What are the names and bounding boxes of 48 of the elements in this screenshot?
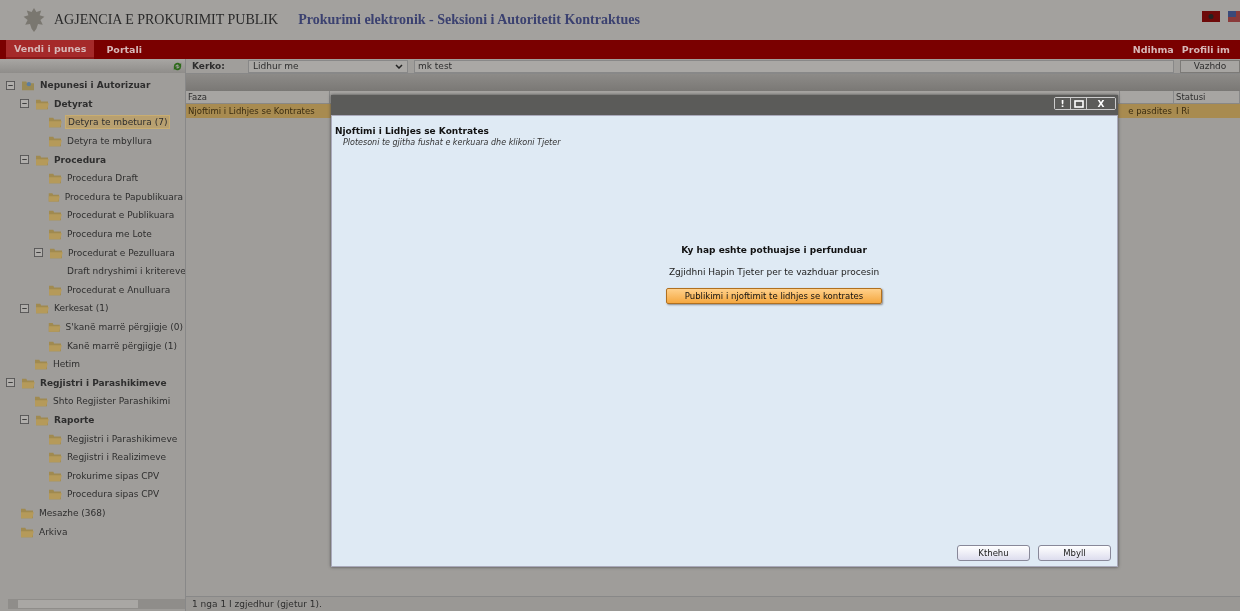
tree-item[interactable]: Detyrat — [52, 97, 95, 110]
tree-item[interactable]: Detyra te mbyllura — [65, 135, 155, 148]
tree-item[interactable]: Procedura me Lote — [65, 228, 154, 241]
agency-name: AGJENCIA E PROKURIMIT PUBLIK — [54, 12, 279, 28]
dialog-heading: Njoftimi i Lidhjes se Kontrates — [335, 126, 490, 136]
tree-item[interactable]: Kanë marrë përgjigje (1) — [65, 339, 179, 352]
step-heading: Ky hap eshte pothuajse i perfunduar — [681, 245, 867, 255]
step-message: Zgjidhni Hapin Tjeter per te vazhduar procesin — [668, 267, 880, 277]
tree-item[interactable]: S'kanë marrë përgjigje (0) — [63, 321, 185, 333]
tree-item[interactable]: Draft ndryshimi i kritereve — [65, 265, 185, 278]
system-title: Prokurimi elektronik - Seksioni i Autoritetit Kontraktues — [298, 12, 640, 28]
publish-button[interactable]: Publikimi i njoftimit te lidhjes se kontrates — [665, 288, 883, 304]
tree-item[interactable]: Procedurat e Anulluara — [65, 283, 173, 296]
tree-item[interactable]: Procedurat e Pezulluara — [66, 246, 177, 259]
tree-item[interactable]: Nepunesi i Autorizuar — [38, 79, 153, 92]
tree-item[interactable]: Prokurime sipas CPV — [65, 469, 162, 482]
column-header: Faza — [186, 91, 330, 104]
tree-item[interactable]: Raporte — [52, 414, 97, 426]
search-field[interactable]: mk test — [414, 59, 1174, 73]
status-bar: 1 nga 1 I zgjedhur (gjetur 1). — [186, 596, 1240, 611]
tree-item[interactable]: Procedura sipas CPV — [65, 488, 162, 501]
tree-item[interactable]: Procedurat e Publikuara — [65, 209, 177, 222]
tree-item[interactable]: Procedura Draft — [65, 172, 140, 185]
instruction-text: Plotesoni te gjitha fushat e kerkuara dhe klikoni Tjeter — [343, 138, 562, 147]
search-label: Kerko: — [192, 61, 226, 71]
nav-tab[interactable]: Portali — [98, 41, 151, 58]
tree-item[interactable]: Shto Regjister Parashikimi — [51, 395, 173, 408]
nav-link[interactable]: Profili im — [1181, 44, 1230, 55]
tree-item[interactable]: Detyra te mbetura (7) — [65, 115, 171, 130]
tree-item[interactable]: Regjistri i Parashikimeve — [65, 432, 180, 445]
tree-item[interactable]: Hetim — [51, 358, 83, 371]
continue-button[interactable]: Vazhdo — [1180, 59, 1240, 73]
tree-item[interactable]: Procedura — [52, 153, 109, 166]
close-dialog-button[interactable]: Mbyll — [1038, 545, 1111, 561]
column-header: Statusi — [1174, 91, 1240, 104]
table-cell[interactable]: I Ri — [1174, 104, 1240, 118]
table-cell[interactable]: e pasdites — [1120, 104, 1174, 118]
tree-item[interactable]: Regjistri i Parashikimeve — [38, 376, 169, 389]
tree-item[interactable]: Mesazhe (368) — [37, 506, 108, 519]
tree-item[interactable]: Regjistri i Realizimeve — [65, 451, 169, 464]
nav-tab[interactable]: Vendi i punes — [6, 40, 95, 59]
tree-item[interactable]: Kerkesat (1) — [52, 302, 111, 315]
tree-item[interactable]: Procedura te Papublikuara — [62, 190, 185, 203]
filter-dropdown[interactable]: Lidhur me — [248, 59, 408, 73]
help-button[interactable]: ! — [1055, 98, 1071, 109]
back-button[interactable]: Kthehu — [957, 545, 1030, 561]
nav-link[interactable]: Ndihma — [1132, 44, 1174, 55]
tree-item[interactable]: Arkiva — [37, 525, 70, 538]
